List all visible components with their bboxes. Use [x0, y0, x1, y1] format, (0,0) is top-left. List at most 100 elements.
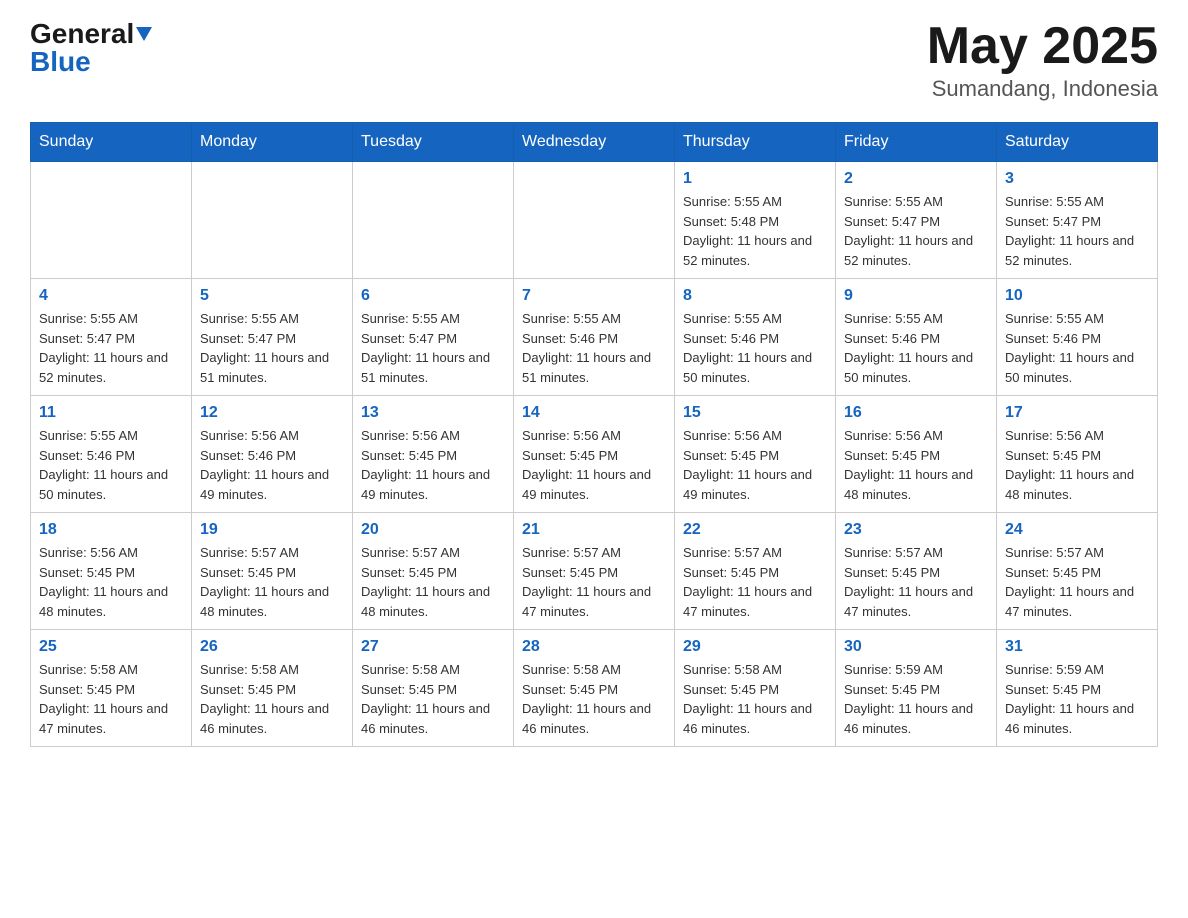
day-info: Sunrise: 5:58 AM Sunset: 5:45 PM Dayligh…: [39, 660, 183, 738]
day-number: 22: [683, 521, 827, 539]
calendar-header-row: SundayMondayTuesdayWednesdayThursdayFrid…: [31, 123, 1158, 162]
logo-triangle-icon: [136, 27, 152, 41]
day-number: 27: [361, 638, 505, 656]
logo: General Blue: [30, 20, 152, 76]
calendar-cell: 12 Sunrise: 5:56 AM Sunset: 5:46 PM Dayli…: [192, 396, 353, 513]
day-number: 14: [522, 404, 666, 422]
day-number: 10: [1005, 287, 1149, 305]
day-number: 20: [361, 521, 505, 539]
day-info: Sunrise: 5:56 AM Sunset: 5:46 PM Dayligh…: [200, 426, 344, 504]
logo-blue-text: Blue: [30, 48, 91, 76]
column-header-monday: Monday: [192, 123, 353, 162]
day-number: 21: [522, 521, 666, 539]
day-number: 23: [844, 521, 988, 539]
day-number: 8: [683, 287, 827, 305]
day-info: Sunrise: 5:56 AM Sunset: 5:45 PM Dayligh…: [361, 426, 505, 504]
day-number: 28: [522, 638, 666, 656]
day-info: Sunrise: 5:55 AM Sunset: 5:46 PM Dayligh…: [844, 309, 988, 387]
calendar-cell: 17Sunrise: 5:56 AM Sunset: 5:45 PM Dayli…: [997, 396, 1158, 513]
day-info: Sunrise: 5:56 AM Sunset: 5:45 PM Dayligh…: [844, 426, 988, 504]
day-info: Sunrise: 5:55 AM Sunset: 5:46 PM Dayligh…: [683, 309, 827, 387]
calendar-cell: 10 Sunrise: 5:55 AM Sunset: 5:46 PM Dayli…: [997, 279, 1158, 396]
day-number: 29: [683, 638, 827, 656]
day-info: Sunrise: 5:55 AM Sunset: 5:47 PM Dayligh…: [39, 309, 183, 387]
day-info: Sunrise: 5:55 AM Sunset: 5:46 PM Dayligh…: [1005, 309, 1149, 387]
calendar-cell: [192, 162, 353, 279]
day-info: Sunrise: 5:59 AM Sunset: 5:45 PM Dayligh…: [1005, 660, 1149, 738]
day-info: Sunrise: 5:57 AM Sunset: 5:45 PM Dayligh…: [1005, 543, 1149, 621]
day-info: Sunrise: 5:58 AM Sunset: 5:45 PM Dayligh…: [361, 660, 505, 738]
day-number: 17: [1005, 404, 1149, 422]
month-title: May 2025: [927, 20, 1158, 72]
calendar-cell: 15Sunrise: 5:56 AM Sunset: 5:45 PM Dayli…: [675, 396, 836, 513]
calendar-cell: 5 Sunrise: 5:55 AM Sunset: 5:47 PM Daylig…: [192, 279, 353, 396]
calendar-cell: 30 Sunrise: 5:59 AM Sunset: 5:45 PM Dayli…: [836, 630, 997, 747]
calendar-cell: 29Sunrise: 5:58 AM Sunset: 5:45 PM Dayli…: [675, 630, 836, 747]
week-row-3: 11Sunrise: 5:55 AM Sunset: 5:46 PM Dayli…: [31, 396, 1158, 513]
day-info: Sunrise: 5:56 AM Sunset: 5:45 PM Dayligh…: [683, 426, 827, 504]
calendar-cell: 16 Sunrise: 5:56 AM Sunset: 5:45 PM Dayli…: [836, 396, 997, 513]
calendar-cell: 1 Sunrise: 5:55 AM Sunset: 5:48 PM Daylig…: [675, 162, 836, 279]
day-number: 13: [361, 404, 505, 422]
calendar-cell: 21 Sunrise: 5:57 AM Sunset: 5:45 PM Dayli…: [514, 513, 675, 630]
calendar-cell: 9 Sunrise: 5:55 AM Sunset: 5:46 PM Daylig…: [836, 279, 997, 396]
day-number: 12: [200, 404, 344, 422]
day-info: Sunrise: 5:58 AM Sunset: 5:45 PM Dayligh…: [522, 660, 666, 738]
day-number: 30: [844, 638, 988, 656]
column-header-sunday: Sunday: [31, 123, 192, 162]
day-number: 24: [1005, 521, 1149, 539]
week-row-2: 4 Sunrise: 5:55 AM Sunset: 5:47 PM Daylig…: [31, 279, 1158, 396]
day-info: Sunrise: 5:57 AM Sunset: 5:45 PM Dayligh…: [844, 543, 988, 621]
location-subtitle: Sumandang, Indonesia: [927, 76, 1158, 102]
calendar-cell: [353, 162, 514, 279]
calendar-cell: 24 Sunrise: 5:57 AM Sunset: 5:45 PM Dayli…: [997, 513, 1158, 630]
day-info: Sunrise: 5:58 AM Sunset: 5:45 PM Dayligh…: [200, 660, 344, 738]
calendar-cell: 25 Sunrise: 5:58 AM Sunset: 5:45 PM Dayli…: [31, 630, 192, 747]
calendar-cell: 31 Sunrise: 5:59 AM Sunset: 5:45 PM Dayli…: [997, 630, 1158, 747]
calendar-cell: [31, 162, 192, 279]
column-header-friday: Friday: [836, 123, 997, 162]
column-header-tuesday: Tuesday: [353, 123, 514, 162]
day-info: Sunrise: 5:59 AM Sunset: 5:45 PM Dayligh…: [844, 660, 988, 738]
day-number: 9: [844, 287, 988, 305]
week-row-1: 1 Sunrise: 5:55 AM Sunset: 5:48 PM Daylig…: [31, 162, 1158, 279]
day-number: 31: [1005, 638, 1149, 656]
day-info: Sunrise: 5:55 AM Sunset: 5:47 PM Dayligh…: [844, 192, 988, 270]
day-number: 7: [522, 287, 666, 305]
calendar-cell: 19Sunrise: 5:57 AM Sunset: 5:45 PM Dayli…: [192, 513, 353, 630]
calendar-cell: 11Sunrise: 5:55 AM Sunset: 5:46 PM Dayli…: [31, 396, 192, 513]
calendar-cell: 14 Sunrise: 5:56 AM Sunset: 5:45 PM Dayli…: [514, 396, 675, 513]
calendar-cell: 6Sunrise: 5:55 AM Sunset: 5:47 PM Daylig…: [353, 279, 514, 396]
calendar-cell: 8 Sunrise: 5:55 AM Sunset: 5:46 PM Daylig…: [675, 279, 836, 396]
day-number: 18: [39, 521, 183, 539]
logo-general-text: General: [30, 20, 134, 48]
day-info: Sunrise: 5:57 AM Sunset: 5:45 PM Dayligh…: [522, 543, 666, 621]
calendar-cell: 22 Sunrise: 5:57 AM Sunset: 5:45 PM Dayli…: [675, 513, 836, 630]
column-header-wednesday: Wednesday: [514, 123, 675, 162]
calendar-cell: 27 Sunrise: 5:58 AM Sunset: 5:45 PM Dayli…: [353, 630, 514, 747]
day-info: Sunrise: 5:57 AM Sunset: 5:45 PM Dayligh…: [361, 543, 505, 621]
calendar-cell: 3Sunrise: 5:55 AM Sunset: 5:47 PM Daylig…: [997, 162, 1158, 279]
day-info: Sunrise: 5:57 AM Sunset: 5:45 PM Dayligh…: [200, 543, 344, 621]
calendar-cell: 26 Sunrise: 5:58 AM Sunset: 5:45 PM Dayli…: [192, 630, 353, 747]
day-info: Sunrise: 5:55 AM Sunset: 5:47 PM Dayligh…: [1005, 192, 1149, 270]
calendar-cell: 20 Sunrise: 5:57 AM Sunset: 5:45 PM Dayli…: [353, 513, 514, 630]
day-number: 5: [200, 287, 344, 305]
calendar-cell: 28 Sunrise: 5:58 AM Sunset: 5:45 PM Dayli…: [514, 630, 675, 747]
day-info: Sunrise: 5:57 AM Sunset: 5:45 PM Dayligh…: [683, 543, 827, 621]
day-number: 16: [844, 404, 988, 422]
day-number: 4: [39, 287, 183, 305]
column-header-thursday: Thursday: [675, 123, 836, 162]
calendar-cell: 4 Sunrise: 5:55 AM Sunset: 5:47 PM Daylig…: [31, 279, 192, 396]
day-info: Sunrise: 5:56 AM Sunset: 5:45 PM Dayligh…: [39, 543, 183, 621]
day-info: Sunrise: 5:55 AM Sunset: 5:47 PM Dayligh…: [200, 309, 344, 387]
day-info: Sunrise: 5:55 AM Sunset: 5:46 PM Dayligh…: [522, 309, 666, 387]
week-row-4: 18 Sunrise: 5:56 AM Sunset: 5:45 PM Dayli…: [31, 513, 1158, 630]
day-number: 26: [200, 638, 344, 656]
day-number: 1: [683, 170, 827, 188]
page-header: General Blue May 2025 Sumandang, Indones…: [30, 20, 1158, 102]
day-info: Sunrise: 5:56 AM Sunset: 5:45 PM Dayligh…: [522, 426, 666, 504]
calendar-cell: [514, 162, 675, 279]
day-info: Sunrise: 5:55 AM Sunset: 5:48 PM Dayligh…: [683, 192, 827, 270]
day-number: 25: [39, 638, 183, 656]
